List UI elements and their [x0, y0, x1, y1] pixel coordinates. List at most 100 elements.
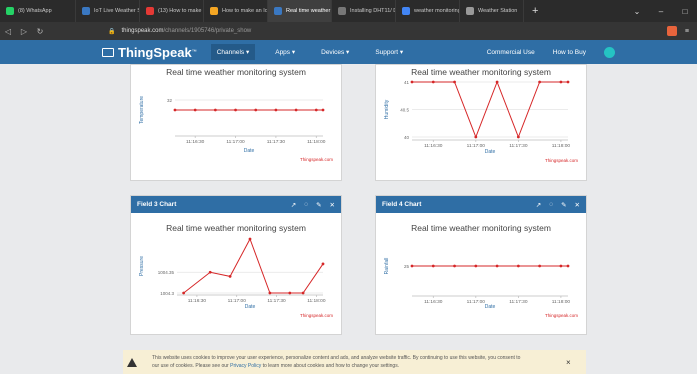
nav-support[interactable]: Support ▾ — [369, 44, 409, 60]
data-point — [495, 80, 499, 84]
x-axis-title: Date — [244, 148, 255, 154]
thingspeak-logo[interactable]: ThingSpeak ™ — [102, 45, 197, 60]
tab-favicon-icon — [402, 7, 410, 15]
back-icon[interactable]: ◁ — [0, 27, 16, 36]
x-axis-title: Date — [485, 304, 496, 310]
tab-favicon-icon — [466, 7, 474, 15]
x-tick-label: 11:18:00 — [552, 299, 571, 305]
monitor-icon — [102, 47, 114, 57]
tab-label: Weather Station — [478, 8, 518, 14]
privacy-policy-link[interactable]: Privacy Policy — [230, 363, 261, 369]
data-point — [516, 264, 520, 268]
data-point — [268, 291, 272, 295]
browser-tab[interactable]: Real time weather× — [268, 0, 332, 22]
data-point — [516, 135, 520, 139]
nav-how-to-buy[interactable]: How to Buy — [553, 49, 586, 56]
y-tick-label: 1004.3 — [160, 291, 174, 296]
chart-credit[interactable]: Thingspeak.com — [545, 158, 578, 163]
brave-shield-icon[interactable] — [666, 26, 677, 36]
x-axis-title: Date — [245, 304, 256, 310]
y-axis-title: Pressure — [139, 256, 145, 276]
chart-panel-title: Field 4 Chart — [382, 201, 422, 208]
tab-label: Installing DHT11/ DH — [350, 8, 395, 14]
chart-credit[interactable]: Thingspeak.com — [300, 313, 333, 318]
forward-icon[interactable]: ▷ — [16, 27, 32, 36]
y-tick-label: 40 — [404, 135, 410, 140]
cookie-line-2b: to learn more about cookies and how to c… — [261, 363, 400, 369]
data-point — [208, 270, 212, 274]
comment-icon[interactable]: ◌ — [304, 201, 308, 209]
x-tick-label: 11:17:30 — [509, 299, 528, 305]
chart-body: Real time weather monitoring system 25 11:… — [376, 213, 586, 336]
chart-panel: Field 4 Chart ↗ ◌ ✎ ✕ Real time weather monit… — [375, 195, 587, 335]
chart-panel-title: Field 3 Chart — [137, 201, 177, 208]
minimize-button[interactable]: – — [649, 7, 673, 16]
menu-icon[interactable]: ≡ — [685, 28, 689, 35]
data-point — [453, 80, 456, 84]
chart-panel-actions: ↗ ◌ ✎ ✕ — [536, 201, 580, 209]
data-point — [173, 108, 177, 112]
cookie-line-2a: our use of cookies. Please see our — [152, 363, 231, 369]
y-tick-label: 25 — [404, 264, 410, 269]
edit-icon[interactable]: ✎ — [316, 201, 321, 209]
data-point — [431, 264, 435, 268]
edit-icon[interactable]: ✎ — [561, 201, 566, 209]
y-tick-label: 32 — [167, 98, 173, 103]
line-chart: 41 40.5 40 11:16:30 11:17:00 11:17:30 11:18:00… — [384, 80, 570, 155]
browser-tab[interactable]: weather monitoring — [396, 0, 460, 22]
url-field[interactable]: 🔒 thingspeak.com /channels/1905746/priva… — [108, 28, 251, 35]
comment-icon[interactable]: ◌ — [549, 201, 553, 209]
close-icon[interactable]: ✕ — [575, 201, 580, 209]
lock-icon: 🔒 — [108, 28, 116, 35]
data-point — [228, 274, 232, 278]
url-host: thingspeak.com — [121, 28, 164, 34]
x-tick-label: 11:16:30 — [186, 139, 205, 145]
cookie-banner: This website uses cookies to improve you… — [123, 350, 586, 374]
x-tick-label: 11:17:00 — [226, 139, 245, 145]
cookie-close-button[interactable]: × — [566, 358, 571, 367]
chart-panel-header: Field 4 Chart ↗ ◌ ✎ ✕ — [376, 196, 586, 213]
nav-devices[interactable]: Devices ▾ — [315, 44, 355, 60]
data-point — [193, 108, 197, 112]
y-tick-label: 1004.35 — [158, 270, 175, 275]
close-icon[interactable]: ✕ — [330, 201, 335, 209]
browser-tab[interactable]: (8) WhatsApp — [0, 0, 76, 22]
x-tick-label: 11:17:30 — [267, 298, 286, 304]
chart-credit[interactable]: Thingspeak.com — [545, 313, 578, 318]
x-tick-label: 11:17:00 — [467, 143, 486, 149]
chart-panel-actions: ↗ ◌ ✎ ✕ — [291, 201, 335, 209]
y-axis-title: Temperature — [139, 96, 145, 124]
browser-tab[interactable]: IoT Live Weather Stat — [76, 0, 140, 22]
nav-commercial-use[interactable]: Commercial Use — [487, 49, 535, 56]
tab-label: IoT Live Weather Stat — [94, 8, 139, 14]
data-point — [410, 80, 414, 84]
open-window-icon[interactable]: ↗ — [291, 201, 296, 209]
data-point — [288, 291, 292, 295]
new-tab-button[interactable]: + — [524, 5, 546, 17]
browser-tab[interactable]: Installing DHT11/ DH — [332, 0, 396, 22]
reload-icon[interactable]: ↻ — [32, 27, 48, 36]
browser-tab[interactable]: How to make an IoT b — [204, 0, 268, 22]
data-point — [213, 108, 217, 112]
data-point — [248, 237, 252, 241]
maximize-button[interactable]: □ — [673, 7, 697, 16]
address-bar: ◁ ▷ ↻ 🔒 thingspeak.com /channels/1905746… — [0, 22, 697, 40]
data-point — [410, 264, 414, 268]
tab-search-icon[interactable]: ⌄ — [625, 7, 649, 16]
nav-channels[interactable]: Channels ▾ — [210, 44, 256, 60]
tab-favicon-icon — [146, 7, 154, 15]
warning-icon — [127, 357, 137, 367]
chart-credit[interactable]: Thingspeak.com — [300, 157, 333, 162]
data-point — [495, 264, 499, 268]
avatar[interactable] — [604, 46, 615, 58]
browser-tab[interactable]: Weather Station — [460, 0, 524, 22]
cookie-line-1: This website uses cookies to improve you… — [152, 355, 521, 361]
x-tick-label: 11:17:00 — [467, 299, 486, 305]
browser-tab[interactable]: (13) How to make an I — [140, 0, 204, 22]
x-tick-label: 11:16:30 — [188, 298, 207, 304]
open-window-icon[interactable]: ↗ — [536, 201, 541, 209]
data-point — [254, 108, 258, 112]
nav-apps[interactable]: Apps ▾ — [269, 44, 301, 60]
x-tick-label: 11:17:30 — [267, 139, 286, 145]
data-point — [182, 291, 186, 295]
